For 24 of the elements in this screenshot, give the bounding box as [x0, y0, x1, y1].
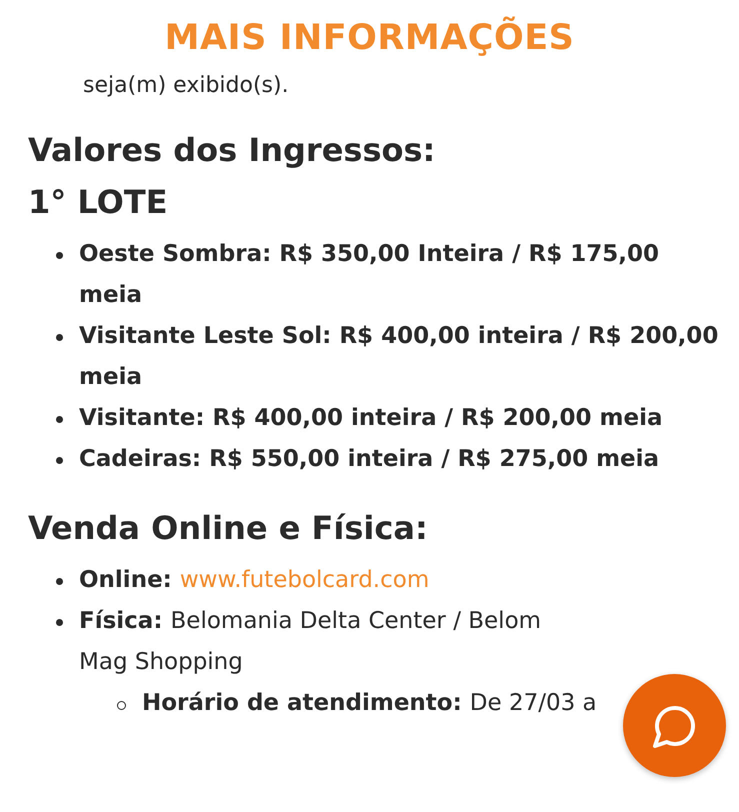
- bullet-icon: [117, 701, 126, 710]
- item-label: Online:: [79, 566, 172, 595]
- section-heading: Venda Online e Física:: [28, 508, 429, 549]
- intro-text: seja(m) exibido(s).: [82, 72, 290, 100]
- bullet-icon: [56, 416, 63, 423]
- section-subheading: 1° LOTE: [28, 182, 169, 223]
- bullet-icon: [56, 457, 63, 464]
- bullet-icon: [56, 334, 63, 341]
- item-label: Horário de atendimento:: [142, 689, 462, 718]
- bullet-icon: [56, 252, 63, 259]
- section-heading: Valores dos Ingressos:: [28, 130, 436, 171]
- price-text: Visitante: R$ 400,00 inteira / R$ 200,00 meia: [79, 404, 662, 433]
- website-link[interactable]: www.futebolcard.com: [180, 560, 430, 601]
- bullet-icon: [56, 619, 63, 626]
- item-text: De 27/03 a: [470, 689, 597, 718]
- bullet-icon: [56, 578, 63, 585]
- page-title: MAIS INFORMAÇÕES: [164, 18, 574, 58]
- price-text: Oeste Sombra: R$ 350,00 Inteira / R$ 175,00 meia: [79, 240, 660, 310]
- chat-button[interactable]: [623, 674, 726, 777]
- item-text: Mag Shopping: [79, 648, 244, 677]
- price-text: Visitante Leste Sol: R$ 400,00 inteira / R$ 200,00 meia: [79, 322, 719, 392]
- price-text: Cadeiras: R$ 550,00 inteira / R$ 275,00 meia: [79, 445, 660, 474]
- item-label: Física:: [79, 607, 163, 636]
- item-text: Belomania Delta Center / Belom: [170, 607, 542, 636]
